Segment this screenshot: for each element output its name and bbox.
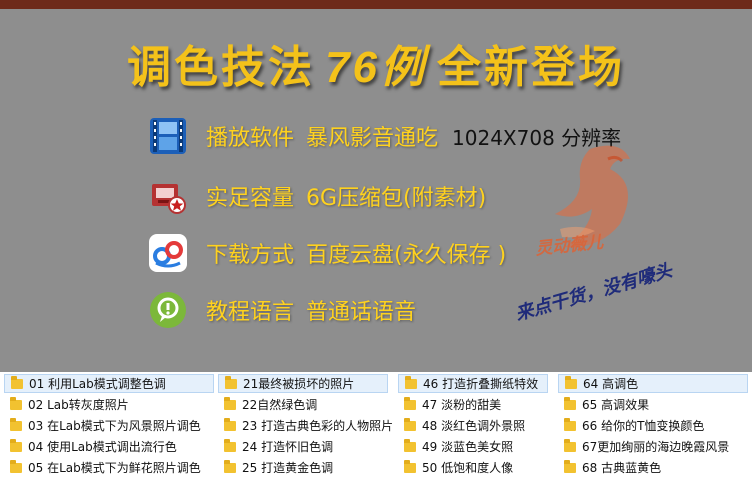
file-list: 01 利用Lab模式调整色调 02 Lab转灰度照片 03 在Lab模式下为风景… bbox=[0, 372, 752, 486]
folder-item[interactable]: 64 高调色 bbox=[558, 374, 748, 393]
folder-icon bbox=[564, 460, 576, 473]
folder-icon bbox=[11, 376, 23, 389]
disk-package-icon bbox=[152, 184, 186, 214]
folder-icon bbox=[225, 376, 237, 389]
film-player-icon bbox=[150, 118, 186, 154]
info-bubble-icon bbox=[150, 292, 186, 328]
feature-label: 播放软件 bbox=[206, 126, 295, 151]
folder-item[interactable]: 05 在Lab模式下为鲜花照片调色 bbox=[4, 459, 214, 478]
folder-item[interactable]: 66 给你的T恤变换颜色 bbox=[558, 417, 748, 436]
folder-icon bbox=[404, 397, 416, 410]
feature-value: 普通话语音 bbox=[306, 300, 417, 325]
feature-language: 教程语言 普通话语音 bbox=[148, 290, 708, 330]
folder-item[interactable]: 03 在Lab模式下为风景照片调色 bbox=[4, 417, 214, 436]
folder-icon bbox=[10, 439, 22, 452]
feature-value: 6G压缩包(附素材) bbox=[306, 186, 487, 211]
folder-icon bbox=[10, 460, 22, 473]
folder-icon bbox=[404, 439, 416, 452]
folder-item[interactable]: 21最终被损坏的照片 bbox=[218, 374, 388, 393]
folder-item[interactable]: 24 打造怀旧色调 bbox=[218, 438, 388, 457]
folder-item[interactable]: 46 打造折叠撕纸特效 bbox=[398, 374, 548, 393]
folder-item[interactable]: 04 使用Lab模式调出流行色 bbox=[4, 438, 214, 457]
folder-icon bbox=[224, 460, 236, 473]
folder-icon bbox=[224, 397, 236, 410]
folder-item[interactable]: 25 打造黄金色调 bbox=[218, 459, 388, 478]
folder-icon bbox=[10, 397, 22, 410]
feature-label: 下载方式 bbox=[206, 243, 295, 268]
banner-title: 调色技法 76例 全新登场 bbox=[0, 31, 752, 95]
feature-label: 教程语言 bbox=[206, 300, 295, 325]
folder-item[interactable]: 48 淡红色调外景照 bbox=[398, 417, 548, 436]
feature-value: 百度云盘(永久保存 ) bbox=[306, 243, 507, 268]
folder-icon bbox=[564, 418, 576, 431]
title-number: 76例 bbox=[325, 43, 427, 92]
baidu-cloud-icon bbox=[149, 234, 187, 272]
folder-item[interactable]: 49 淡蓝色美女照 bbox=[398, 438, 548, 457]
title-left: 调色技法 bbox=[127, 42, 316, 93]
folder-item[interactable]: 67更加绚丽的海边晚霞风景 bbox=[558, 438, 748, 457]
folder-item[interactable]: 68 古典蓝黄色 bbox=[558, 459, 748, 478]
feature-label: 实足容量 bbox=[206, 186, 295, 211]
folder-icon bbox=[224, 418, 236, 431]
folder-icon bbox=[404, 418, 416, 431]
folder-item[interactable]: 47 淡粉的甜美 bbox=[398, 396, 548, 415]
folder-icon bbox=[564, 439, 576, 452]
folder-item[interactable]: 23 打造古典色彩的人物照片 bbox=[218, 417, 393, 436]
folder-icon bbox=[224, 439, 236, 452]
feature-value: 暴风影音通吃 bbox=[306, 126, 439, 151]
title-right: 全新登场 bbox=[436, 42, 625, 93]
folder-item[interactable]: 65 高调效果 bbox=[558, 396, 748, 415]
folder-item[interactable]: 01 利用Lab模式调整色调 bbox=[4, 374, 214, 393]
folder-icon bbox=[564, 397, 576, 410]
folder-icon bbox=[405, 376, 417, 389]
folder-item[interactable]: 22自然绿色调 bbox=[218, 396, 388, 415]
top-edge-bar bbox=[0, 0, 752, 9]
folder-icon bbox=[10, 418, 22, 431]
folder-item[interactable]: 50 低饱和度人像 bbox=[398, 459, 548, 478]
folder-icon bbox=[565, 376, 577, 389]
folder-item[interactable]: 02 Lab转灰度照片 bbox=[4, 396, 214, 415]
folder-icon bbox=[404, 460, 416, 473]
promo-banner: 调色技法 76例 全新登场 播放软件 暴风影音通吃 1024X708 分辨率 实足容量 6… bbox=[0, 9, 752, 372]
